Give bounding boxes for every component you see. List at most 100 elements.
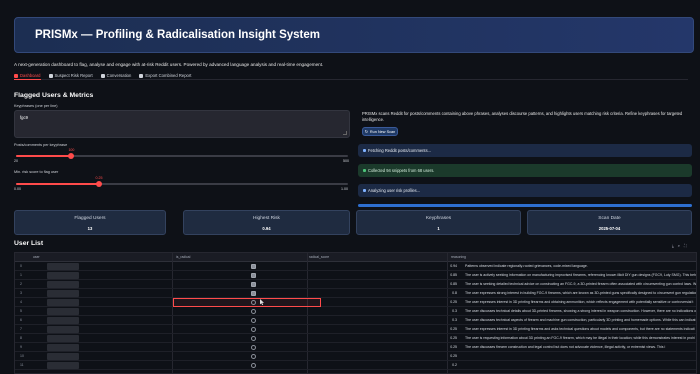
- table-row[interactable]: 7 0.25 The user expresses interest in 3D p…: [15, 325, 696, 334]
- is-radical-checkbox[interactable]: [251, 327, 256, 332]
- is-radical-checkbox[interactable]: [251, 264, 256, 269]
- table-row[interactable]: 0 0.94 Patterns observed indicate regional…: [15, 262, 696, 271]
- table-row[interactable]: 2 0.85 The user is seeking detailed techni…: [15, 280, 696, 289]
- scan-progress-fill: [358, 204, 692, 207]
- metric-keyphrases: Keyphrases 1: [356, 210, 521, 235]
- posts-per-keyphrase-slider[interactable]: 100: [16, 148, 348, 159]
- radical-score: 0.94: [450, 264, 457, 268]
- reasoning-text: The user is actively seeking information…: [465, 273, 697, 277]
- radical-score: 0.3: [452, 309, 457, 313]
- run-new-scan-button[interactable]: ↻ Run New Scan: [362, 127, 398, 136]
- search-icon[interactable]: ⌕: [678, 243, 680, 248]
- column-header-is-radical[interactable]: is_radical: [176, 255, 190, 259]
- redacted-username: [47, 272, 79, 279]
- radical-score: 0.3: [452, 318, 457, 322]
- is-radical-checkbox[interactable]: [251, 309, 256, 314]
- refresh-icon: ↻: [364, 130, 368, 134]
- row-index: 4: [20, 300, 22, 304]
- reasoning-text: The user discusses firearm construction …: [465, 345, 666, 349]
- table-row[interactable]: 1 0.85 The user is actively seeking inform…: [15, 271, 697, 280]
- status-fetching: Fetching Reddit posts/comments...: [358, 144, 692, 157]
- table-row[interactable]: 5 0.3 The user discusses technical details…: [15, 307, 696, 316]
- reasoning-text: Patterns observed indicate regionally-ro…: [465, 264, 588, 268]
- row-index: 6: [20, 318, 22, 322]
- reasoning-text: The user is requesting information about…: [465, 336, 695, 340]
- active-tab-indicator: [14, 79, 41, 80]
- radical-score: 0.25: [450, 300, 457, 304]
- metric-scan-date: Scan Date 2025-07-04: [527, 210, 692, 235]
- posts-slider-thumb[interactable]: [68, 153, 75, 159]
- is-radical-checkbox[interactable]: [251, 282, 256, 287]
- keyphrases-label: Keyphrases (one per line): [14, 104, 58, 108]
- row-index: 8: [20, 336, 22, 340]
- selected-cell[interactable]: [173, 298, 321, 307]
- risk-slider-thumb[interactable]: [96, 181, 102, 187]
- column-header-user[interactable]: user: [33, 255, 40, 259]
- is-radical-checkbox[interactable]: [251, 318, 256, 323]
- table-row[interactable]: 11 0.2: [15, 361, 696, 370]
- table-row[interactable]: 3 0.8 The user expresses strong interest i…: [15, 289, 697, 298]
- tab-dashboard[interactable]: Dashboard: [14, 72, 41, 79]
- resize-grip-icon[interactable]: [343, 131, 347, 135]
- column-header-reasoning[interactable]: reasoning: [451, 255, 466, 259]
- is-radical-checkbox[interactable]: [251, 291, 256, 296]
- column-header-radical-score[interactable]: radical_score: [309, 255, 329, 259]
- is-radical-checkbox[interactable]: [251, 273, 256, 278]
- radical-score: 0.25: [450, 354, 457, 358]
- redacted-username: [47, 344, 79, 351]
- table-row[interactable]: 4 0.25 The user expresses interest in 3D p…: [15, 298, 696, 307]
- user-table[interactable]: user is_radical radical_score reasoning …: [14, 252, 697, 374]
- keyphrases-textarea[interactable]: fgc9: [14, 110, 350, 138]
- risk-slider-max: 1.00: [341, 187, 348, 191]
- is-radical-checkbox[interactable]: [251, 345, 256, 350]
- redacted-username: [47, 308, 79, 315]
- app-header-banner: PRISMx — Profiling & Radicalisation Insi…: [14, 17, 694, 53]
- scan-progress-bar: [358, 204, 692, 207]
- min-risk-score-slider[interactable]: 0.25: [16, 176, 348, 187]
- metric-label: Scan Date: [598, 216, 621, 221]
- risk-slider-fill: [16, 183, 99, 185]
- table-toolbar: ⤓ ⌕ ⛶: [672, 243, 687, 248]
- row-index: 10: [20, 354, 24, 358]
- row-index: 7: [20, 327, 22, 331]
- radical-score: 0.25: [450, 345, 457, 349]
- row-index: 2: [20, 282, 22, 286]
- reasoning-text: The user expresses interest in 3D printi…: [465, 327, 695, 331]
- reasoning-text: The user expresses strong interest in bu…: [465, 291, 697, 295]
- redacted-username: [47, 362, 79, 369]
- metric-label: Flagged Users: [74, 216, 106, 221]
- row-index: 11: [20, 363, 24, 367]
- posts-slider-value: 100: [68, 148, 75, 152]
- radical-score: 0.2: [452, 363, 457, 367]
- status-analyzing: Analyzing user risk profiles...: [358, 184, 692, 197]
- keyphrases-value: fgc9: [20, 115, 28, 120]
- fullscreen-icon[interactable]: ⛶: [684, 243, 687, 248]
- tab-suspect-risk-report[interactable]: Suspect Risk Report: [48, 72, 93, 79]
- table-row[interactable]: 6 0.3 The user discusses technical aspects…: [15, 316, 696, 325]
- tab-export-combined-report[interactable]: Export Combined Report: [139, 72, 191, 79]
- table-row[interactable]: 10 0.25: [15, 352, 696, 361]
- redacted-username: [47, 317, 79, 324]
- user-list-heading: User List: [14, 240, 44, 247]
- tab-conversation[interactable]: Conversation: [100, 72, 131, 79]
- metric-label: Highest Risk: [253, 216, 280, 221]
- is-radical-checkbox[interactable]: [251, 336, 256, 341]
- table-header: user is_radical radical_score reasoning: [15, 253, 696, 262]
- risk-slider-value: 0.25: [95, 176, 103, 180]
- is-radical-checkbox[interactable]: [251, 300, 256, 305]
- redacted-username: [47, 290, 79, 297]
- metric-highest-risk: Highest Risk 0.94: [183, 210, 350, 235]
- radical-score: 0.25: [450, 327, 457, 331]
- table-row[interactable]: 8 0.25 The user is requesting information …: [15, 334, 696, 343]
- download-icon[interactable]: ⤓: [672, 243, 674, 248]
- reasoning-text: The user discusses technical aspects of …: [465, 318, 696, 322]
- table-row[interactable]: 9 0.25 The user discusses firearm construc…: [15, 343, 696, 352]
- metric-value: 2025-07-04: [598, 226, 621, 231]
- redacted-username: [47, 299, 79, 306]
- is-radical-checkbox[interactable]: [251, 354, 256, 359]
- metric-label: Keyphrases: [425, 216, 452, 221]
- success-icon: [363, 169, 366, 172]
- chat-icon: [100, 73, 105, 78]
- is-radical-checkbox[interactable]: [251, 363, 256, 368]
- info-icon: [363, 189, 366, 192]
